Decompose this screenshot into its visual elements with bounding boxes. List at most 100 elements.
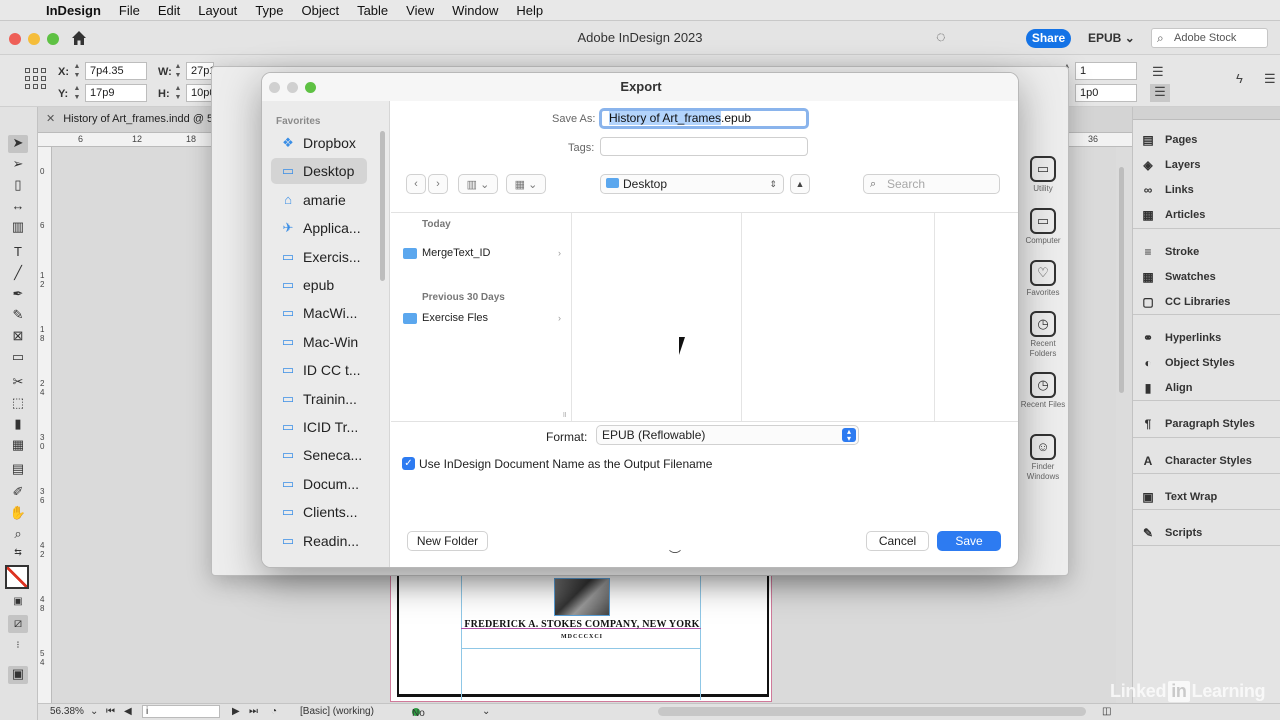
note-tool-icon[interactable]: ▤ [8,461,28,479]
next-page-icon[interactable]: ▶ [232,706,240,717]
panel-swatches[interactable]: ▦ Swatches [1139,266,1275,288]
collapse-chevron-icon[interactable]: ︶ [669,547,681,564]
finder-search-input[interactable]: ⌕ Search [863,174,1000,194]
chevron-down-icon[interactable]: ⌄ [90,706,98,717]
page-number-field[interactable]: i [142,705,220,718]
sidebar-item[interactable]: ▭ Desktop [271,158,367,185]
dialog-minimize-button[interactable] [287,82,298,93]
sidebar-item[interactable]: ✈ Applica... [271,215,367,241]
panel-text-wrap[interactable]: ▣ Text Wrap [1139,486,1275,508]
new-folder-button[interactable]: New Folder [407,531,488,551]
sidebar-item[interactable]: ▭ MacWi... [271,300,367,326]
content-collector-icon[interactable]: ▥ [8,219,28,237]
working-style[interactable]: [Basic] (working) [300,706,374,717]
menu-edit[interactable]: Edit [158,3,180,18]
location-recent-folders[interactable]: ◷ Recent Folders [1019,311,1067,359]
sidebar-scrollbar[interactable] [380,131,385,281]
location-dropdown[interactable]: Desktop ⇕ [600,174,784,194]
panel-links[interactable]: ∞ Links [1139,179,1275,201]
gradient-feather-tool-icon[interactable]: ▦ [8,437,28,455]
list-item[interactable]: MergeText_ID › [403,243,563,263]
gap-tool-icon[interactable]: ↔ [8,198,28,216]
menu-type[interactable]: Type [255,3,283,18]
pencil-tool-icon[interactable]: ✎ [8,307,28,325]
hand-tool-icon[interactable]: ✋ [8,505,28,523]
dialog-zoom-button[interactable] [305,82,316,93]
dialog-close-button[interactable] [269,82,280,93]
chevron-down-icon[interactable]: ⌄ [482,706,490,717]
menu-layout[interactable]: Layout [198,3,237,18]
fill-stroke-swatch[interactable] [5,565,29,589]
browser-column[interactable]: Today MergeText_ID › Previous 30 Days Ex… [391,213,572,421]
apply-none-icon[interactable]: ⧄ [8,615,28,633]
selection-tool-icon[interactable]: ➤ [8,135,28,153]
sidebar-item[interactable]: ▭ Trainin... [271,386,367,412]
rectangle-tool-icon[interactable]: ▭ [8,349,28,367]
split-view-icon[interactable]: ◫ [1102,706,1111,717]
sidebar-item[interactable]: ▭ epub [271,272,367,298]
browser-column[interactable] [753,213,935,421]
menu-window[interactable]: Window [452,3,498,18]
sidebar-item[interactable]: ▭ Clients... [271,499,367,525]
menu-object[interactable]: Object [302,3,340,18]
first-page-icon[interactable]: ⏮ [106,706,115,717]
cancel-button[interactable]: Cancel [866,531,929,551]
panel-articles[interactable]: ▦ Articles [1139,204,1275,226]
free-transform-tool-icon[interactable]: ⬚ [8,395,28,413]
sidebar-item[interactable]: ▭ Readin... [271,528,367,554]
icon-view-button[interactable]: ▦ ⌄ [506,174,546,194]
location-utility[interactable]: ▭ Utility [1019,156,1067,194]
menu-help[interactable]: Help [516,3,543,18]
type-tool-icon[interactable]: T [8,244,28,262]
panel-object-styles[interactable]: ◐ Object Styles [1139,352,1275,374]
menu-file[interactable]: File [119,3,140,18]
y-stepper[interactable]: ▲ ▼ [72,84,82,102]
sidebar-item[interactable]: ▭ Exercis... [271,244,367,270]
panel-character-styles[interactable]: A Character Styles [1139,450,1275,472]
sidebar-item[interactable]: ▭ ID CC t... [271,357,367,383]
sidebar-item[interactable]: ▭ Mac-Win [271,329,367,355]
document-tab[interactable]: ✕ History of Art_frames.indd @ 56 [46,112,219,125]
share-button[interactable]: Share [1026,29,1071,48]
location-finder-windows[interactable]: ☺ Finder Windows [1019,434,1067,482]
panel-hyperlinks[interactable]: ⚭ Hyperlinks [1139,327,1275,349]
panel-menu-icon[interactable]: ☰ [1264,71,1276,87]
panel-paragraph-styles[interactable]: ¶ Paragraph Styles [1139,413,1275,435]
workspace-dropdown[interactable]: EPUB ⌄ [1088,31,1135,45]
sidebar-item[interactable]: ▭ Seneca... [271,442,367,468]
eyedropper-tool-icon[interactable]: ✐ [8,484,28,502]
x-field[interactable]: 7p4.35 [85,62,147,80]
direct-selection-tool-icon[interactable]: ➢ [8,156,28,174]
save-button[interactable]: Save [937,531,1001,551]
sidebar-item[interactable]: ▭ Docum... [271,471,367,497]
default-colors-icon[interactable]: ⇆ [8,547,28,565]
preview-mode-icon[interactable]: ▣ [8,666,28,684]
menu-view[interactable]: View [406,3,434,18]
line-tool-icon[interactable]: ╱ [8,265,28,283]
panel-dock-header[interactable] [1133,107,1280,120]
x-stepper[interactable]: ▲ ▼ [72,62,82,80]
close-tab-icon[interactable]: ✕ [46,113,55,125]
page-status-icon[interactable]: ◔ [271,706,277,717]
format-dropdown[interactable]: EPUB (Reflowable) ▴ ▾ [596,425,859,445]
column-view-button[interactable]: ▥ ⌄ [458,174,498,194]
back-button[interactable]: ‹ [406,174,426,194]
adobe-stock-search[interactable]: ⌕ Adobe Stock [1151,28,1268,48]
list-icon[interactable]: ☰ [1152,64,1164,80]
panel-pages[interactable]: ▤ Pages [1139,129,1275,151]
year-text[interactable]: MDCCCXCI [462,634,702,640]
gradient-swatch-tool-icon[interactable]: ▮ [8,416,28,434]
previous-page-icon[interactable]: ◀ [124,706,132,717]
sidebar-item[interactable]: ▭ ICID Tr... [271,414,367,440]
right-field-2[interactable]: 1p0 [1075,84,1137,102]
rectangle-frame-tool-icon[interactable]: ⊠ [8,328,28,346]
panel-cc-libraries[interactable]: ▢ CC Libraries [1139,291,1275,313]
save-as-input[interactable]: History of Art_frames.epub [599,108,809,129]
publisher-text[interactable]: FREDERICK A. STOKES COMPANY, NEW YORK [462,619,702,630]
location-favorites[interactable]: ♡ Favorites [1019,260,1067,298]
location-recent-files[interactable]: ◷ Recent Files [1019,372,1067,410]
zoom-tool-icon[interactable]: ⌕ [8,526,28,544]
horizontal-scrollbar[interactable] [658,707,1086,716]
use-document-name-label[interactable]: Use InDesign Document Name as the Output… [419,457,712,471]
browser-column[interactable] [572,213,742,421]
